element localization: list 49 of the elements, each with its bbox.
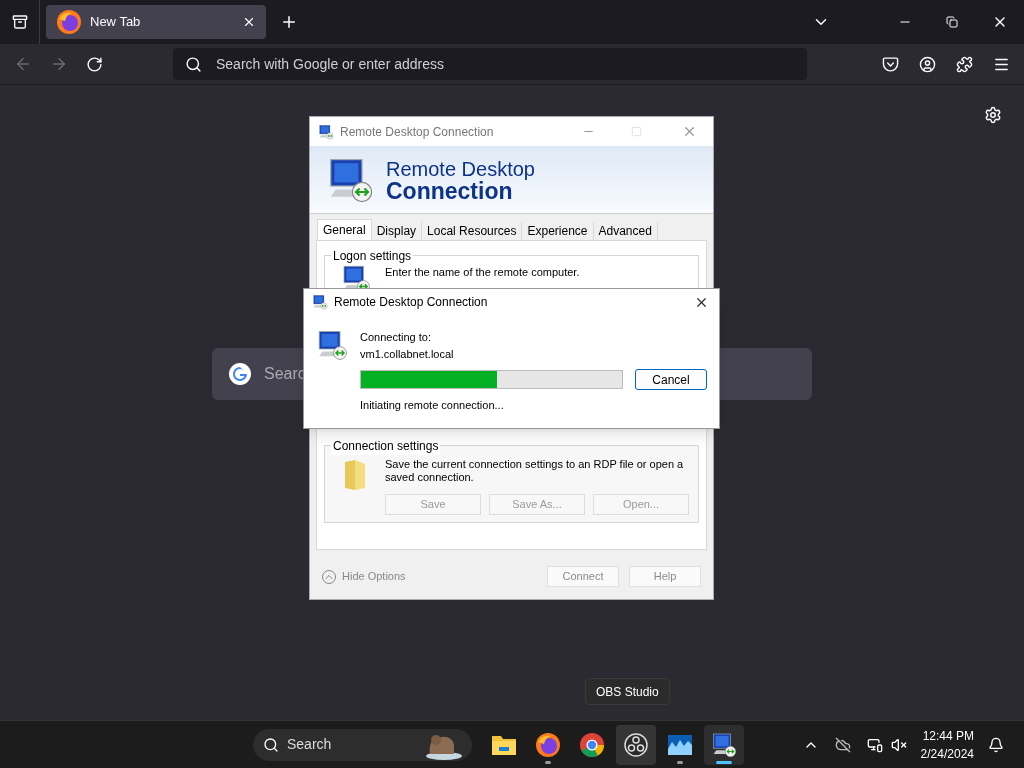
obs-icon [624,732,648,757]
tooltip: OBS Studio [585,678,670,705]
reload-icon[interactable] [86,55,103,73]
app-icon [318,123,334,140]
taskbar-app-button[interactable] [616,724,656,765]
pocket-icon[interactable] [882,55,899,73]
remote-desktop-icon [711,731,737,758]
speaker-muted-icon[interactable] [890,736,907,753]
logon-text: Enter the name of the remote computer. [385,265,580,280]
status-text: Initiating remote connection... [360,398,505,413]
banner-title: Remote Desktop [386,157,535,180]
new-tab-icon[interactable] [280,13,298,31]
window-title: Remote Desktop Connection [340,123,494,141]
banner-title: Connection [386,179,513,202]
restore-icon[interactable] [946,16,958,28]
forward-icon[interactable] [50,55,68,73]
tab-title: New Tab [90,13,142,32]
account-icon[interactable] [919,55,936,73]
taskbar-search-field[interactable]: Search [253,728,472,761]
chrome-icon [579,731,605,758]
connecting-label: Connecting to: [360,330,432,345]
notification-icon[interactable] [988,736,1004,753]
cancel-button[interactable]: Cancel [635,369,707,390]
connection-text: Save the current connection settings to an RDP file or open a saved connection. [385,458,685,484]
app-icon [312,294,328,310]
taskbar-app-button[interactable] [704,724,744,765]
back-icon[interactable] [14,55,32,73]
google-icon [228,362,252,386]
search-icon [263,736,279,753]
host-name: vm1.collabnet.local [360,346,455,362]
extensions-icon[interactable] [956,55,973,73]
search-placeholder: Search [287,735,333,754]
wave-monitor-icon [667,733,693,756]
clock-time[interactable]: 12:44 PM [922,726,974,745]
fox-globe-icon [56,9,82,35]
clock-date[interactable]: 2/24/2024 [920,744,974,763]
tab-list-icon [11,14,28,30]
address-field[interactable]: Search with Google or enter address [173,48,807,80]
address-placeholder: Search with Google or enter address [216,54,444,74]
cloud-icon[interactable] [834,736,851,753]
network-icon[interactable] [866,736,883,753]
settings-icon[interactable] [984,106,1002,124]
search-icon [185,55,202,73]
dialog-title: Remote Desktop Connection [334,294,488,311]
dialog-tab[interactable]: General [317,219,372,240]
close-icon[interactable] [242,15,256,29]
computer-icon [316,329,348,361]
browser-tab[interactable]: New Tab [46,5,266,39]
fox-globe-icon [535,731,561,758]
